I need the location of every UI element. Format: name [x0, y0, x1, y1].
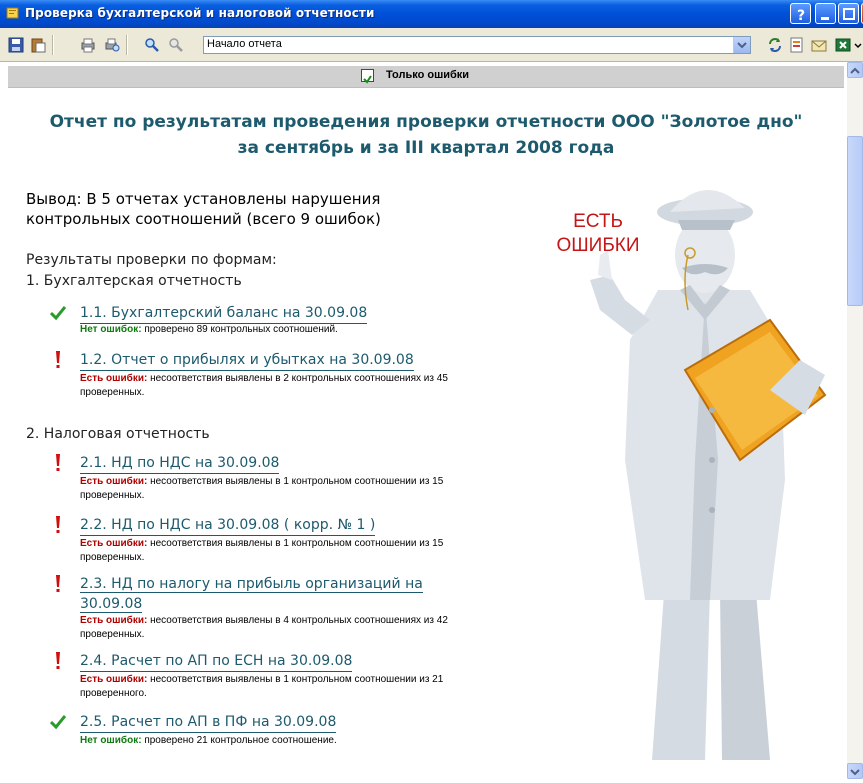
report-item-link[interactable]: 1.2. Отчет о прибылях и убытках на 30.09… [80, 350, 414, 371]
report-item-note: Есть ошибки: несоответствия выявлены в 1… [80, 538, 444, 563]
maximize-button[interactable] [838, 3, 859, 24]
minimize-icon [821, 17, 829, 20]
checkmark-icon [363, 75, 372, 84]
error-exclamation-icon [56, 575, 60, 592]
filter-bar: Только ошибки [8, 66, 844, 88]
errors-stamp: ЕСТЬ ОШИБКИ [538, 210, 658, 258]
combo-value: Начало отчета [207, 38, 282, 50]
email-icon[interactable] [811, 37, 827, 53]
report-title-line1: Отчет по результатам проведения проверки… [49, 112, 803, 132]
error-exclamation-icon [56, 351, 60, 368]
report-item-link[interactable]: 1.1. Бухгалтерский баланс на 30.09.08 [80, 303, 368, 324]
toolbar: Начало отчета [0, 28, 863, 62]
report-settings-icon[interactable] [789, 37, 805, 53]
conclusion-text: Вывод: В 5 отчетах установлены нарушения… [26, 190, 381, 228]
help-icon: ? [797, 8, 805, 24]
report-title-line2: за сентябрь и за III квартал 2008 года [237, 138, 615, 158]
find-icon[interactable] [144, 37, 160, 53]
toolbar-separator [126, 35, 128, 55]
results-heading: Результаты проверки по формам: [26, 252, 277, 268]
report-title: Отчет по результатам проведения проверки… [8, 109, 844, 161]
svg-text:?: ? [797, 8, 805, 24]
chevron-down-icon [850, 769, 860, 776]
report-item-note: Нет ошибок: проверено 21 контрольное соо… [80, 735, 337, 746]
only-errors-label[interactable]: Только ошибки [386, 69, 469, 81]
report-item-note: Есть ошибки: несоответствия выявлены в 2… [80, 373, 448, 398]
report-item-note: Есть ошибки: несоответствия выявлены в 1… [80, 476, 444, 501]
chevron-down-icon [737, 42, 747, 49]
find-next-icon[interactable] [168, 37, 184, 53]
report-section-combo[interactable]: Начало отчета [203, 36, 751, 54]
report-item-note: Нет ошибок: проверено 89 контрольных соо… [80, 324, 338, 335]
app-icon [6, 7, 19, 19]
error-exclamation-icon [56, 454, 60, 471]
report-item-note: Есть ошибки: несоответствия выявлены в 4… [80, 615, 448, 640]
section-heading-tax: 2. Налоговая отчетность [26, 426, 210, 442]
toolbar-separator [52, 35, 54, 55]
scroll-down-button[interactable] [847, 763, 863, 779]
window-titlebar: Проверка бухгалтерской и налоговой отчет… [0, 0, 863, 28]
scroll-thumb[interactable] [847, 136, 863, 306]
window-title: Проверка бухгалтерской и налоговой отчет… [25, 6, 375, 20]
minimize-button[interactable] [815, 3, 836, 24]
maximize-icon [843, 8, 855, 20]
section-heading-accounting: 1. Бухгалтерская отчетность [26, 273, 242, 289]
combo-dropdown-button[interactable] [733, 37, 750, 53]
stamp-line2: ОШИБКИ [556, 235, 640, 256]
report-item-note: Есть ошибки: несоответствия выявлены в 1… [80, 674, 444, 699]
report-item-link[interactable]: 2.4. Расчет по АП по ЕСН на 30.09.08 [80, 651, 353, 672]
help-button[interactable]: ? [790, 3, 811, 24]
only-errors-checkbox[interactable] [361, 69, 374, 84]
excel-export-icon[interactable] [835, 37, 851, 53]
report-item-link[interactable]: 2.1. НД по НДС на 30.09.08 [80, 453, 280, 474]
error-exclamation-icon [56, 652, 60, 669]
stamp-line1: ЕСТЬ [573, 211, 623, 232]
check-icon [50, 715, 66, 730]
paste-icon[interactable] [30, 37, 46, 53]
scroll-up-button[interactable] [847, 62, 863, 78]
check-icon [50, 306, 66, 321]
report-item-link[interactable]: 2.5. Расчет по АП в ПФ на 30.09.08 [80, 712, 337, 733]
print-preview-icon[interactable] [104, 37, 120, 53]
chevron-down-icon[interactable] [853, 37, 863, 53]
chevron-up-icon [850, 67, 860, 74]
report-item-link[interactable]: 2.3. НД по налогу на прибыль организаций… [80, 574, 460, 614]
vertical-scrollbar[interactable] [847, 62, 863, 779]
save-icon[interactable] [8, 37, 24, 53]
print-icon[interactable] [80, 37, 96, 53]
error-exclamation-icon [56, 516, 60, 533]
refresh-icon[interactable] [767, 37, 783, 53]
report-item-link[interactable]: 2.2. НД по НДС на 30.09.08 ( корр. № 1 ) [80, 515, 376, 536]
